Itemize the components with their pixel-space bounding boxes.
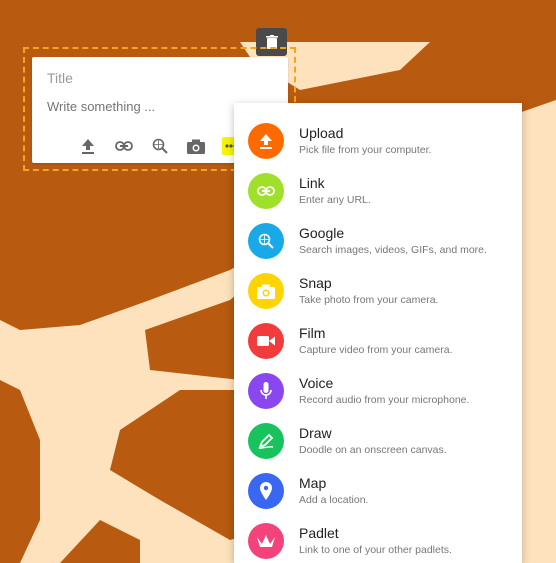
menu-item-padlet[interactable]: Padlet Link to one of your other padlets… — [234, 513, 522, 563]
note-toolbar — [77, 135, 247, 157]
menu-item-film[interactable]: Film Capture video from your camera. — [234, 313, 522, 363]
menu-item-description: Search images, videos, GIFs, and more. — [299, 244, 487, 256]
upload-icon — [82, 139, 94, 154]
menu-item-google[interactable]: Google Search images, videos, GIFs, and … — [234, 213, 522, 263]
link-icon — [115, 141, 133, 151]
menu-item-upload[interactable]: Upload Pick file from your computer. — [234, 113, 522, 163]
menu-item-description: Link to one of your other padlets. — [299, 544, 452, 556]
menu-item-map[interactable]: Map Add a location. — [234, 463, 522, 513]
attachment-menu: Upload Pick file from your computer. Lin… — [234, 103, 522, 563]
padlet-icon — [248, 523, 284, 559]
menu-item-draw[interactable]: Draw Doodle on an onscreen canvas. — [234, 413, 522, 463]
menu-item-voice[interactable]: Voice Record audio from your microphone. — [234, 363, 522, 413]
menu-item-description: Pick file from your computer. — [299, 144, 432, 156]
link-tool-button[interactable] — [113, 135, 135, 157]
draw-icon — [248, 423, 284, 459]
menu-item-description: Record audio from your microphone. — [299, 394, 470, 406]
menu-item-label: Google — [299, 225, 345, 241]
menu-item-snap[interactable]: Snap Take photo from your camera. — [234, 263, 522, 313]
menu-item-label: Draw — [299, 425, 332, 441]
camera-icon — [248, 273, 284, 309]
menu-item-label: Film — [299, 325, 326, 341]
camera-icon — [187, 139, 205, 154]
note-title-input[interactable]: Title — [47, 70, 73, 86]
map-pin-icon — [248, 473, 284, 509]
google-search-icon — [152, 138, 168, 154]
menu-item-description: Enter any URL. — [299, 194, 371, 206]
upload-tool-button[interactable] — [77, 135, 99, 157]
camera-tool-button[interactable] — [185, 135, 207, 157]
menu-item-label: Map — [299, 475, 327, 491]
menu-item-description: Capture video from your camera. — [299, 344, 453, 356]
menu-item-description: Doodle on an onscreen canvas. — [299, 444, 447, 456]
menu-item-link[interactable]: Link Enter any URL. — [234, 163, 522, 213]
menu-item-label: Padlet — [299, 525, 339, 541]
google-search-icon — [248, 223, 284, 259]
menu-item-label: Voice — [299, 375, 334, 391]
menu-item-description: Take photo from your camera. — [299, 294, 439, 306]
note-body-input[interactable]: Write something ... — [47, 99, 155, 114]
microphone-icon — [248, 373, 284, 409]
video-camera-icon — [248, 323, 284, 359]
menu-item-label: Upload — [299, 125, 344, 141]
link-icon — [248, 173, 284, 209]
search-tool-button[interactable] — [149, 135, 171, 157]
menu-item-label: Link — [299, 175, 325, 191]
menu-item-description: Add a location. — [299, 494, 369, 506]
upload-icon — [248, 123, 284, 159]
menu-item-label: Snap — [299, 275, 332, 291]
